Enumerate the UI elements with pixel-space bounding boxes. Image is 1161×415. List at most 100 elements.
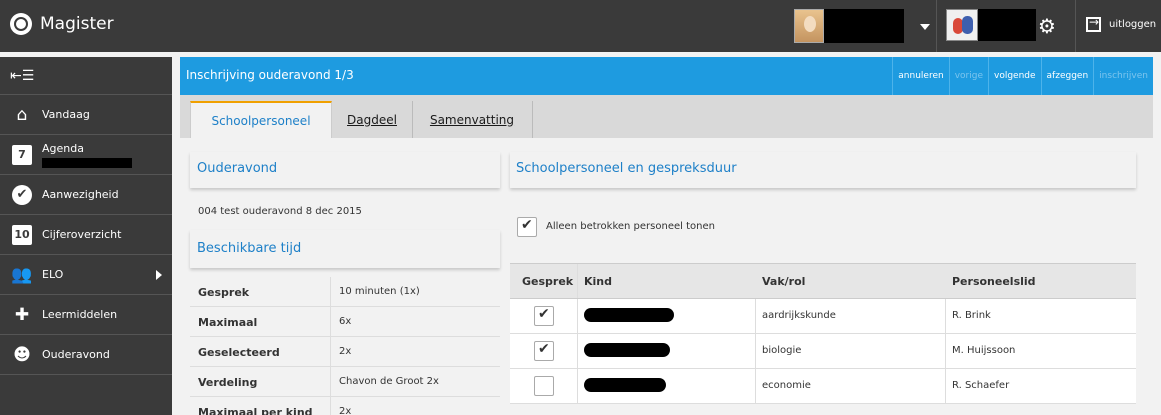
main-content: Ouderavond 004 test ouderavond 8 dec 201… xyxy=(180,138,1153,415)
panel-header-ouderavond: Ouderavond xyxy=(190,152,500,188)
calendar-icon: 7 xyxy=(11,144,33,166)
magister-logo-icon xyxy=(10,13,32,35)
filter-label: Alleen betrokken personeel tonen xyxy=(546,221,715,232)
tab-samenvatting[interactable]: Samenvatting xyxy=(412,101,532,138)
gesprek-checkbox[interactable] xyxy=(534,341,554,361)
sidebar-toggle-button[interactable]: ⇤☰ xyxy=(0,57,172,95)
gesprek-checkbox[interactable] xyxy=(534,306,554,326)
column-header-vak[interactable]: Vak/rol xyxy=(762,275,805,288)
redacted-user-name xyxy=(824,9,904,43)
panel-header-beschikbare-tijd: Beschikbare tijd xyxy=(190,230,500,268)
vak-cell: economie xyxy=(762,380,811,391)
tab-bar: Schoolpersoneel Dagdeel Samenvatting xyxy=(180,95,1153,138)
brand[interactable]: Magister xyxy=(10,13,114,35)
checkmark-icon: ✔ xyxy=(11,184,33,206)
table-row[interactable]: aardrijkskunde R. Brink xyxy=(510,299,1136,334)
info-value: Chavon de Groot 2x xyxy=(339,376,439,387)
logout-icon xyxy=(1086,15,1101,32)
redacted-kind-name xyxy=(584,308,674,322)
sidebar-item-label: Ouderavond xyxy=(42,348,110,361)
gesprek-checkbox[interactable] xyxy=(534,376,554,396)
table-header: Gesprek Kind Vak/rol Personeelslid xyxy=(510,263,1136,299)
home-icon: ⌂ xyxy=(16,104,28,125)
info-row: Maximaal per kind 2x xyxy=(190,397,500,415)
table-row[interactable]: biologie M. Huijssoon xyxy=(510,334,1136,369)
app-name: Magister xyxy=(40,14,114,34)
parent-avatar[interactable] xyxy=(946,9,978,41)
panel-title: Ouderavond xyxy=(197,161,278,176)
redacted-kind-name xyxy=(584,378,666,392)
user-dropdown-caret-icon[interactable] xyxy=(920,24,930,30)
section-title: Beschikbare tijd xyxy=(197,241,302,256)
info-key: Verdeling xyxy=(198,376,258,389)
puzzle-icon: ✚ xyxy=(14,304,30,325)
table-row[interactable]: economie R. Schaefer xyxy=(510,369,1136,404)
personeel-cell: M. Huijssoon xyxy=(952,345,1016,356)
staff-table: Gesprek Kind Vak/rol Personeelslid aardr… xyxy=(510,263,1136,404)
wizard-actions: annuleren vorige volgende afzeggen insch… xyxy=(892,57,1153,95)
sidebar-item-label: Cijferoverzicht xyxy=(42,228,122,241)
vak-cell: aardrijkskunde xyxy=(762,310,836,321)
redacted-kind-name xyxy=(584,343,670,357)
info-value: 6x xyxy=(339,316,352,327)
tab-dagdeel[interactable]: Dagdeel xyxy=(332,101,412,138)
filter-checkbox[interactable] xyxy=(517,217,537,237)
sidebar-item-label: Aanwezigheid xyxy=(42,188,119,201)
info-key: Gesprek xyxy=(198,286,250,299)
info-value: 10 minuten (1x) xyxy=(339,286,420,297)
panel-title: Schoolpersoneel en gespreksduur xyxy=(516,161,737,176)
tab-schoolpersoneel[interactable]: Schoolpersoneel xyxy=(190,101,332,138)
personeel-cell: R. Brink xyxy=(952,310,991,321)
conversation-icon: ☻ xyxy=(13,344,31,365)
sidebar-item-aanwezigheid[interactable]: ✔ Aanwezigheid xyxy=(0,175,172,215)
sidebar-item-cijferoverzicht[interactable]: 10 Cijferoverzicht xyxy=(0,215,172,255)
divider xyxy=(532,101,533,138)
logout-label: uitloggen xyxy=(1109,19,1157,30)
cancel-button[interactable]: annuleren xyxy=(892,57,948,95)
column-header-kind[interactable]: Kind xyxy=(584,275,612,288)
page-title: Inschrijving ouderavond 1/3 xyxy=(186,68,354,82)
decline-button[interactable]: afzeggen xyxy=(1040,57,1094,95)
info-key: Maximaal per kind xyxy=(198,406,313,415)
info-row: Geselecteerd 2x xyxy=(190,337,500,367)
grades-icon: 10 xyxy=(11,224,33,246)
info-row: Verdeling Chavon de Groot 2x xyxy=(190,367,500,397)
info-value: 2x xyxy=(339,346,352,357)
wizard-header: Inschrijving ouderavond 1/3 annuleren vo… xyxy=(180,57,1153,95)
sidebar-item-agenda[interactable]: 7 Agenda xyxy=(0,135,172,175)
people-icon: 👥 xyxy=(11,264,33,285)
sidebar-item-label: ELO xyxy=(42,268,64,281)
redacted-parent-name xyxy=(978,9,1036,41)
register-button[interactable]: inschrijven xyxy=(1093,57,1153,95)
sidebar-item-label: Leermiddelen xyxy=(42,308,118,321)
sidebar-item-ouderavond[interactable]: ☻ Ouderavond xyxy=(0,335,172,375)
sidebar-item-leermiddelen[interactable]: ✚ Leermiddelen xyxy=(0,295,172,335)
panel-header-schoolpersoneel: Schoolpersoneel en gespreksduur xyxy=(510,152,1136,188)
divider xyxy=(1075,0,1076,52)
sidebar-item-label: Agenda xyxy=(42,142,84,155)
sidebar-item-label: Vandaag xyxy=(42,108,90,121)
column-header-personeelslid[interactable]: Personeelslid xyxy=(952,275,1036,288)
info-row: Maximaal 6x xyxy=(190,307,500,337)
sidebar-item-elo[interactable]: 👥 ELO xyxy=(0,255,172,295)
info-key: Maximaal xyxy=(198,316,258,329)
menu-collapse-icon: ⇤☰ xyxy=(10,68,35,84)
logout-button[interactable]: uitloggen xyxy=(1086,15,1157,32)
top-bar: Magister ⚙ uitloggen xyxy=(0,0,1161,52)
next-button[interactable]: volgende xyxy=(988,57,1041,95)
chevron-right-icon xyxy=(156,270,162,280)
redacted-agenda-detail xyxy=(42,158,132,168)
sidebar: ⇤☰ ⌂ Vandaag 7 Agenda ✔ Aanwezigheid 10 … xyxy=(0,57,172,415)
gear-icon[interactable]: ⚙ xyxy=(1036,15,1058,37)
event-name: 004 test ouderavond 8 dec 2015 xyxy=(198,206,362,217)
info-value: 2x xyxy=(339,406,352,415)
info-key: Geselecteerd xyxy=(198,346,280,359)
column-header-gesprek[interactable]: Gesprek xyxy=(522,275,573,288)
vak-cell: biologie xyxy=(762,345,802,356)
info-row: Gesprek 10 minuten (1x) xyxy=(190,277,500,307)
sidebar-item-vandaag[interactable]: ⌂ Vandaag xyxy=(0,95,172,135)
divider xyxy=(936,0,937,52)
user-avatar[interactable] xyxy=(794,9,824,43)
personeel-cell: R. Schaefer xyxy=(952,380,1010,391)
previous-button[interactable]: vorige xyxy=(948,57,988,95)
